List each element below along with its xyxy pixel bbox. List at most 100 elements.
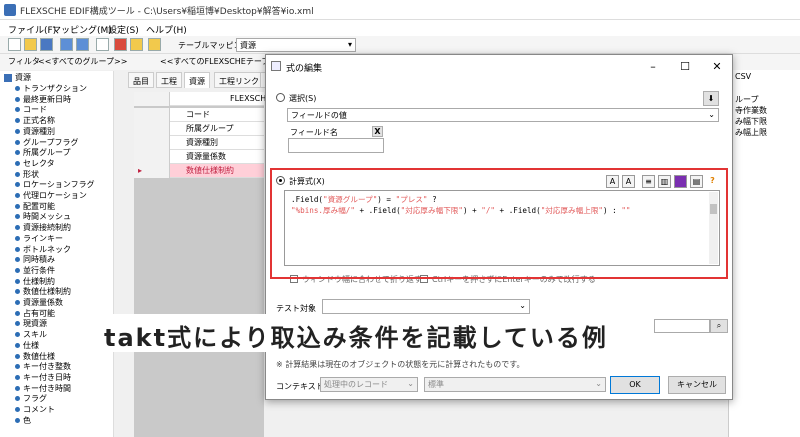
- tree-item-label: 現資源: [23, 319, 47, 329]
- tree-item[interactable]: 資源接続制約: [15, 222, 71, 233]
- tree-item[interactable]: 並行条件: [15, 265, 55, 276]
- row-label: コード: [186, 110, 210, 119]
- tree-item[interactable]: セレクタ: [15, 158, 55, 169]
- context-mode-value: 標準: [428, 380, 444, 389]
- tab-process[interactable]: 工程: [156, 72, 182, 88]
- clear-icon[interactable]: X: [372, 126, 383, 137]
- tree-item-label: キー付き整数: [23, 362, 71, 372]
- field-icon: [15, 235, 20, 241]
- tree-item[interactable]: 資源量係数: [15, 297, 63, 308]
- tree-item[interactable]: キー付き整数: [15, 361, 71, 372]
- tree-item[interactable]: トランザクション: [15, 83, 87, 94]
- menu-file[interactable]: ファイル(F): [8, 23, 56, 36]
- tree-item[interactable]: 最終更新日時: [15, 94, 71, 105]
- cancel-button[interactable]: キャンセル: [668, 376, 726, 394]
- right-panel-item[interactable]: 寺作業数: [735, 105, 767, 116]
- arrow-icon[interactable]: [96, 38, 109, 51]
- tree-item[interactable]: 形状: [15, 169, 39, 180]
- tree-item[interactable]: フラグ: [15, 393, 47, 404]
- tree-item[interactable]: キー付き時間: [15, 383, 71, 394]
- field-name-input[interactable]: [288, 138, 384, 153]
- table-row[interactable]: 資源量係数: [134, 150, 264, 164]
- field-type-select[interactable]: フィールドの値 ⌄: [287, 108, 719, 122]
- chevron-down-icon: ⌄: [519, 301, 526, 310]
- table-row[interactable]: 所属グループ: [134, 122, 264, 136]
- paste-icon[interactable]: [148, 38, 161, 51]
- tree-item[interactable]: 色: [15, 415, 31, 426]
- field-icon: [15, 182, 20, 188]
- down-arrow-button[interactable]: ⬇: [703, 91, 719, 106]
- context-select[interactable]: 処理中のレコード ⌄: [320, 377, 418, 392]
- minimize-icon[interactable]: –: [646, 60, 660, 73]
- tree-item[interactable]: ボトルネック: [15, 244, 71, 255]
- table-row[interactable]: コード: [134, 108, 264, 122]
- tree-item[interactable]: 仕様: [15, 340, 39, 351]
- tree-scrollbar[interactable]: [113, 71, 124, 437]
- right-panel-item[interactable]: み幅下限: [735, 116, 767, 127]
- middle-tabs: 品目 工程 資源 工程リンク 諸: [128, 72, 278, 88]
- copy-icon[interactable]: [130, 38, 143, 51]
- tree-item-label: 最終更新日時: [23, 94, 71, 104]
- ok-button[interactable]: OK: [610, 376, 660, 394]
- test-target-select[interactable]: ⌄: [322, 299, 530, 314]
- table-row[interactable]: 資源種別: [134, 136, 264, 150]
- tree-item-label: 資源量係数: [23, 298, 63, 307]
- expression-editor[interactable]: .Field("資源グループ") = "プレス" ? "%bins.厚み幅/" …: [284, 190, 720, 266]
- tree-item[interactable]: 同時積み: [15, 254, 55, 265]
- field-icon: [15, 417, 20, 423]
- title-bar: FLEXSCHE EDIF構成ツール - C:\Users¥稲垣博¥Deskto…: [0, 0, 800, 20]
- field-icon: [15, 118, 20, 124]
- tree-item[interactable]: 代理ロケーション: [15, 190, 87, 201]
- tree-item[interactable]: 数値仕様: [15, 351, 55, 362]
- dialog-icon: [271, 61, 281, 71]
- table-row-selected[interactable]: ▸ 数値仕様制約: [134, 164, 264, 178]
- tree-item-label: コード: [23, 105, 47, 115]
- tree-root-label: 資源: [15, 73, 31, 82]
- tree-item-label: 仕様: [23, 340, 39, 350]
- new-icon[interactable]: [8, 38, 21, 51]
- tab-item[interactable]: 品目: [128, 72, 154, 88]
- tree-item[interactable]: 所属グループ: [15, 147, 71, 158]
- tree-item[interactable]: 現資源: [15, 318, 47, 329]
- maximize-icon[interactable]: ☐: [678, 60, 692, 73]
- tree-root[interactable]: 資源: [4, 72, 31, 83]
- tree-item[interactable]: コメント: [15, 404, 55, 415]
- save-icon[interactable]: [40, 38, 53, 51]
- grid-header: FLEXSCHE: [134, 92, 271, 106]
- tree-item[interactable]: 数値仕様制約: [15, 286, 71, 297]
- tab-process-link[interactable]: 工程リンク: [214, 72, 264, 88]
- tree-item[interactable]: ロケーションフラグ: [15, 179, 95, 190]
- group-select[interactable]: <<すべてのグループ>>: [38, 56, 127, 67]
- tree-item[interactable]: グループフラグ: [15, 137, 79, 148]
- cut-icon[interactable]: [114, 38, 127, 51]
- menu-help[interactable]: ヘルプ(H): [146, 23, 187, 36]
- editor-scrollbar[interactable]: [709, 192, 718, 264]
- select-radio[interactable]: [276, 93, 285, 102]
- field-icon: [15, 407, 20, 412]
- field-name-label: フィールド名: [290, 128, 338, 137]
- menu-mapping[interactable]: マッピング(M): [52, 23, 112, 36]
- close-icon[interactable]: ✕: [710, 60, 724, 73]
- tree-item[interactable]: 時間メッシュ: [15, 211, 71, 222]
- tree-item[interactable]: 配置可能: [15, 201, 55, 212]
- open-icon[interactable]: [24, 38, 37, 51]
- grid-icon[interactable]: [76, 38, 89, 51]
- tree-item[interactable]: ラインキー: [15, 233, 63, 244]
- tree-item[interactable]: 占有可能: [15, 308, 55, 319]
- mapping-select[interactable]: 資源 ▾: [236, 38, 356, 52]
- tree-item[interactable]: コード: [15, 104, 47, 115]
- tree-item[interactable]: キー付き日時: [15, 372, 71, 383]
- search-icon[interactable]: ⌕: [710, 319, 728, 333]
- tree-item[interactable]: 資源種別: [15, 126, 55, 137]
- right-panel-item[interactable]: ループ: [735, 94, 759, 105]
- right-panel-item[interactable]: み幅上限: [735, 127, 767, 138]
- tree-item[interactable]: スキル: [15, 329, 47, 340]
- tree-item-label: 数値仕様: [23, 351, 55, 361]
- caption-text: takt式により取込み条件を記載している例: [104, 324, 608, 352]
- table-icon[interactable]: [60, 38, 73, 51]
- tab-resource[interactable]: 資源: [184, 72, 210, 88]
- tree-item[interactable]: 正式名称: [15, 115, 55, 126]
- tree-item[interactable]: 仕様制約: [15, 276, 55, 287]
- context-mode-select[interactable]: 標準 ⌄: [424, 377, 606, 392]
- menu-settings[interactable]: 設定(S): [108, 23, 139, 36]
